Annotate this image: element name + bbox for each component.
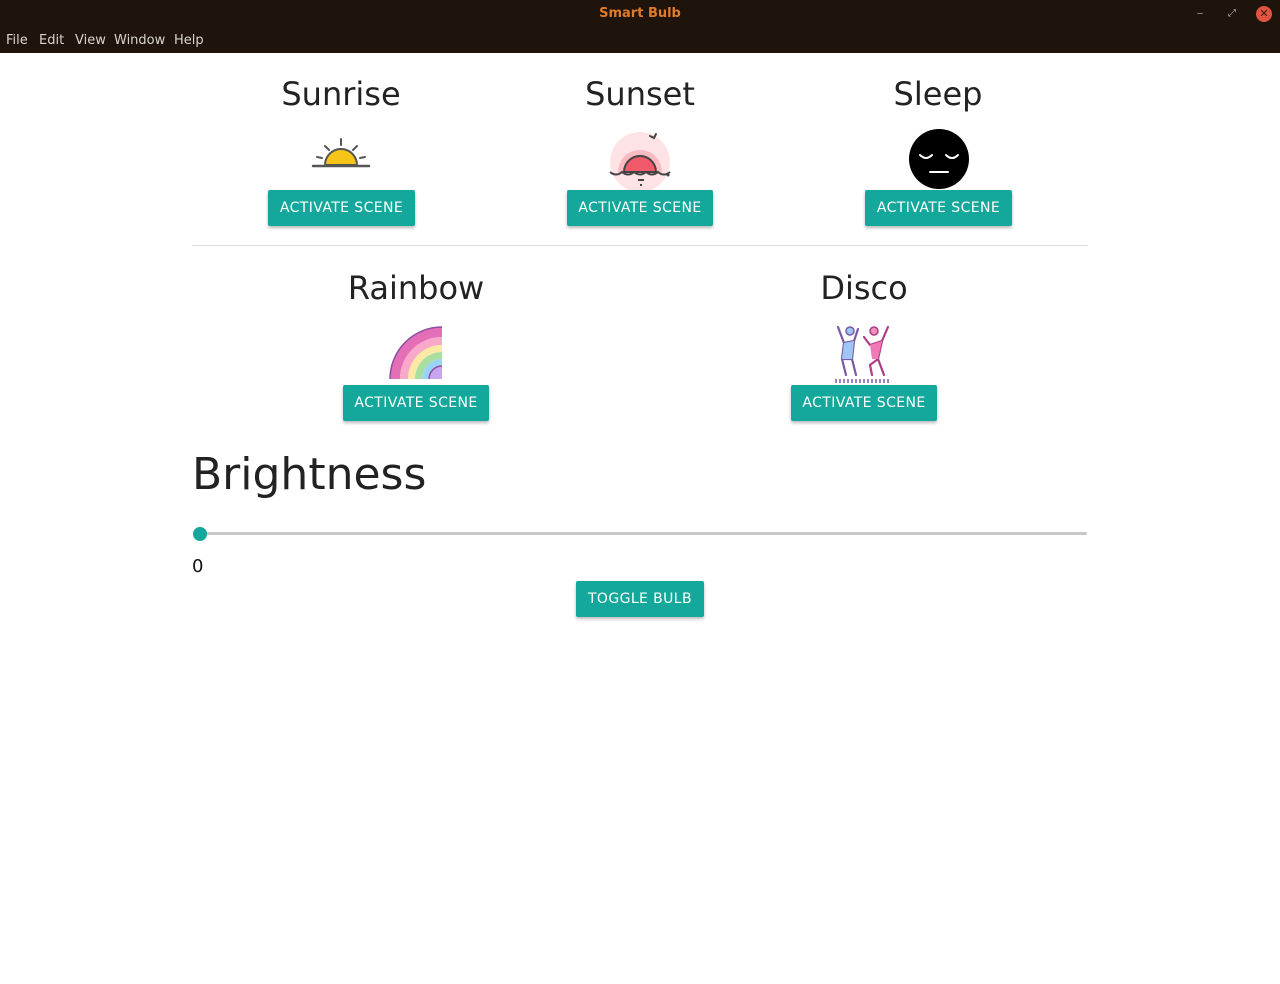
menu-help[interactable]: Help [174, 33, 204, 48]
scene-sunset: Sunset ACTIVATE SCENE [540, 53, 740, 233]
activate-scene-rainbow-button[interactable]: ACTIVATE SCENE [343, 385, 489, 421]
brightness-slider-thumb[interactable] [193, 527, 207, 541]
main-content: Sunrise ACTIVATE SCENE Sunset ACTIVATE S… [0, 53, 1280, 984]
divider [192, 245, 1088, 246]
menu-file[interactable]: File [6, 33, 28, 48]
scene-title: Sleep [893, 75, 983, 113]
scene-disco: Disco ACTIVATE SCENE [764, 248, 964, 428]
activate-scene-sleep-button[interactable]: ACTIVATE SCENE [865, 190, 1012, 226]
sunset-icon [609, 132, 671, 190]
scene-title: Sunrise [281, 75, 401, 113]
scene-title: Sunset [585, 75, 695, 113]
scene-sleep: Sleep ACTIVATE SCENE [838, 53, 1038, 233]
sleep-face-icon [909, 129, 969, 189]
menu-window[interactable]: Window [114, 33, 165, 48]
sunrise-icon [311, 138, 371, 168]
brightness-title: Brightness [192, 449, 427, 500]
maximize-button[interactable]: ⤢ [1224, 6, 1240, 22]
activate-scene-sunset-button[interactable]: ACTIVATE SCENE [567, 190, 713, 226]
menu-bar: File Edit View Window Help [0, 28, 1280, 53]
dancing-people-icon [835, 325, 890, 383]
scene-sunrise: Sunrise ACTIVATE SCENE [241, 53, 441, 233]
title-bar: Smart Bulb ‒ ⤢ ✕ [0, 0, 1280, 28]
menu-edit[interactable]: Edit [39, 33, 64, 48]
rainbow-icon [389, 326, 443, 380]
brightness-value: 0 [192, 556, 204, 577]
minimize-button[interactable]: ‒ [1192, 6, 1208, 22]
activate-scene-sunrise-button[interactable]: ACTIVATE SCENE [268, 190, 415, 226]
window-title: Smart Bulb [599, 6, 681, 21]
scene-rainbow: Rainbow ACTIVATE SCENE [316, 248, 516, 428]
toggle-bulb-button[interactable]: TOGGLE BULB [576, 581, 704, 617]
menu-view[interactable]: View [75, 33, 106, 48]
close-button[interactable]: ✕ [1256, 6, 1272, 22]
brightness-slider-track[interactable] [200, 532, 1087, 535]
scene-title: Rainbow [347, 269, 485, 307]
scene-title: Disco [820, 269, 908, 307]
activate-scene-disco-button[interactable]: ACTIVATE SCENE [791, 385, 937, 421]
